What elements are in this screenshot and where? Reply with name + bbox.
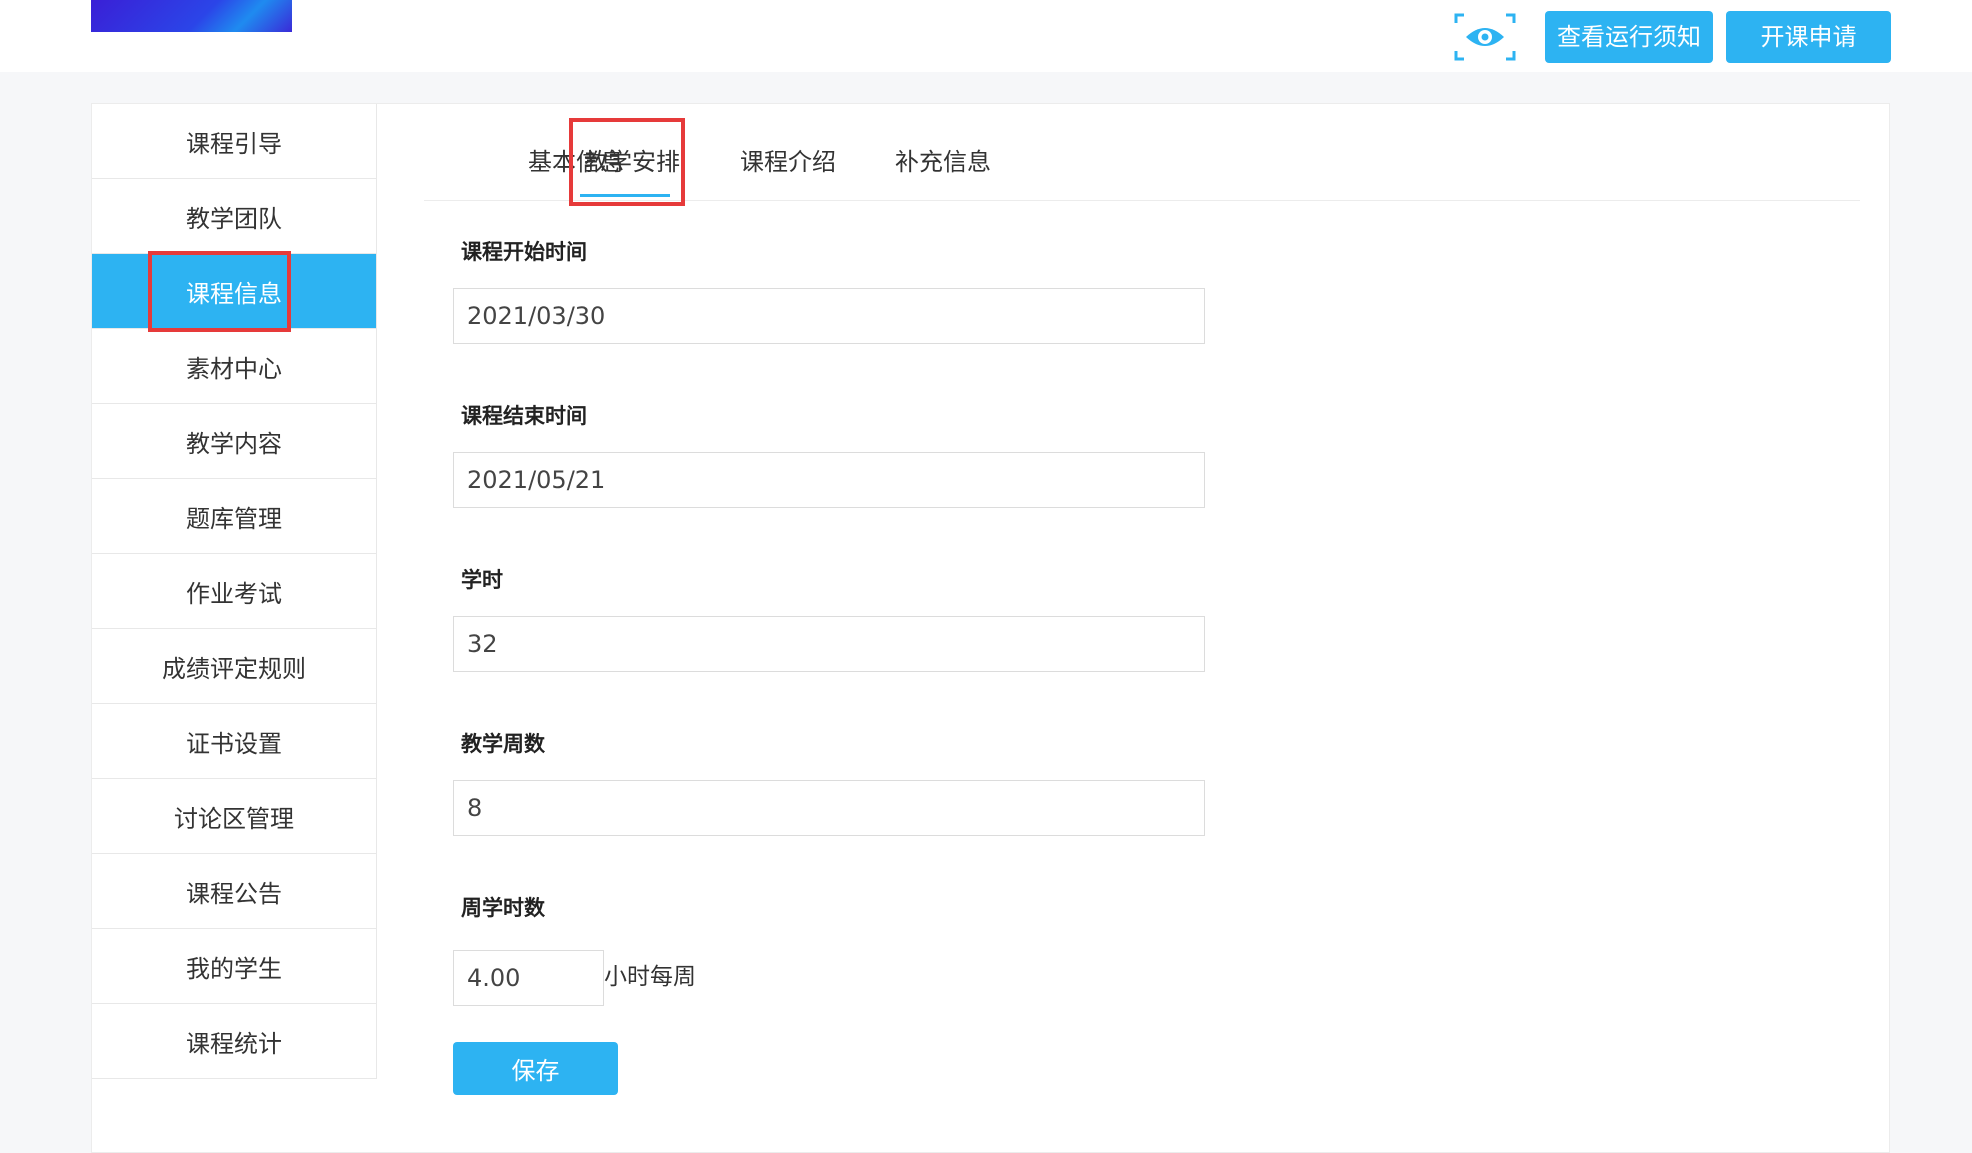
- sidebar-item-materials[interactable]: 素材中心: [92, 329, 376, 404]
- sidebar: 课程引导 教学团队 课程信息 素材中心 教学内容 题库管理 作业考试 成绩评定规…: [92, 104, 377, 1079]
- sidebar-item-homework-exam[interactable]: 作业考试: [92, 554, 376, 629]
- sidebar-item-label: 素材中心: [186, 354, 282, 383]
- teaching-weeks-label: 教学周数: [461, 732, 545, 756]
- sidebar-item-label: 题库管理: [186, 504, 282, 533]
- sidebar-item-course-info[interactable]: 课程信息: [92, 251, 376, 332]
- course-apply-button[interactable]: 开课申请: [1726, 11, 1891, 63]
- start-time-input[interactable]: [453, 288, 1205, 344]
- sidebar-item-guide[interactable]: 课程引导: [92, 104, 376, 179]
- sidebar-item-label: 讨论区管理: [174, 804, 294, 833]
- start-time-label: 课程开始时间: [461, 240, 587, 264]
- sidebar-item-label: 教学团队: [186, 204, 282, 233]
- sidebar-item-question-bank[interactable]: 题库管理: [92, 479, 376, 554]
- logo: [91, 0, 292, 32]
- teaching-weeks-input[interactable]: [453, 780, 1205, 836]
- class-hours-input[interactable]: [453, 616, 1205, 672]
- sidebar-item-team[interactable]: 教学团队: [92, 179, 376, 254]
- main-card: 课程引导 教学团队 课程信息 素材中心 教学内容 题库管理 作业考试 成绩评定规…: [91, 103, 1890, 1153]
- sidebar-item-certificate[interactable]: 证书设置: [92, 704, 376, 779]
- sidebar-item-label: 成绩评定规则: [162, 654, 306, 683]
- weekly-hours-unit: 小时每周: [604, 964, 696, 990]
- tab-teaching-schedule[interactable]: 教学安排: [584, 142, 680, 177]
- weekly-hours-label: 周学时数: [461, 896, 545, 920]
- sidebar-item-label: 课程信息: [186, 279, 282, 308]
- sidebar-item-label: 课程统计: [186, 1029, 282, 1058]
- sidebar-item-label: 证书设置: [186, 729, 282, 758]
- eye-icon: [1454, 13, 1516, 61]
- top-bar: 查看运行须知 开课申请: [0, 0, 1972, 72]
- sidebar-item-label: 课程引导: [186, 129, 282, 158]
- end-time-label: 课程结束时间: [461, 404, 587, 428]
- view-notice-button[interactable]: 查看运行须知: [1545, 11, 1713, 63]
- sidebar-item-content[interactable]: 教学内容: [92, 404, 376, 479]
- weekly-hours-input[interactable]: [453, 950, 604, 1006]
- active-tab-indicator: [580, 194, 670, 197]
- sidebar-item-students[interactable]: 我的学生: [92, 929, 376, 1004]
- tab-supplementary-info[interactable]: 补充信息: [895, 142, 991, 177]
- sidebar-item-discussion[interactable]: 讨论区管理: [92, 779, 376, 854]
- preview-eye-button[interactable]: [1454, 11, 1516, 63]
- sidebar-item-label: 我的学生: [186, 954, 282, 983]
- tab-bar: 基本信息 教学安排 课程介绍 补充信息: [424, 104, 1860, 206]
- sidebar-item-label: 课程公告: [186, 879, 282, 908]
- end-time-input[interactable]: [453, 452, 1205, 508]
- sidebar-item-announcements[interactable]: 课程公告: [92, 854, 376, 929]
- sidebar-item-label: 作业考试: [186, 579, 282, 608]
- class-hours-label: 学时: [461, 568, 503, 592]
- sidebar-item-grading-rules[interactable]: 成绩评定规则: [92, 629, 376, 704]
- tab-course-intro[interactable]: 课程介绍: [740, 142, 836, 177]
- save-button[interactable]: 保存: [453, 1042, 618, 1095]
- sidebar-item-statistics[interactable]: 课程统计: [92, 1004, 376, 1079]
- sidebar-item-label: 教学内容: [186, 429, 282, 458]
